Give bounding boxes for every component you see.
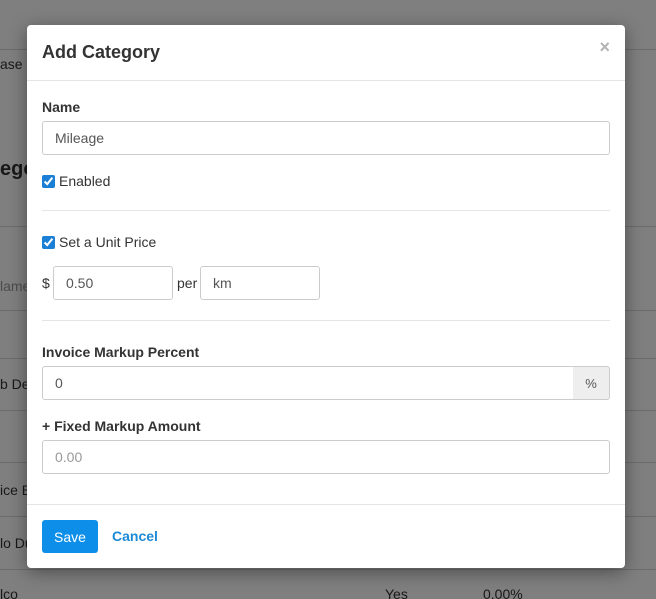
per-text: per (177, 275, 198, 291)
currency-symbol: $ (42, 275, 50, 291)
unit-price-label[interactable]: Set a Unit Price (59, 234, 156, 250)
cancel-button[interactable]: Cancel (112, 528, 158, 544)
modal-footer: Save Cancel (27, 504, 625, 569)
modal-header: Add Category × (27, 25, 625, 81)
unit-price-checkbox[interactable] (42, 235, 55, 249)
save-button[interactable]: Save (42, 520, 98, 553)
fixed-markup-label: + Fixed Markup Amount (42, 418, 201, 434)
unit-input[interactable] (200, 266, 320, 300)
unit-price-checkbox-row[interactable]: Set a Unit Price (42, 233, 156, 251)
name-label: Name (42, 99, 81, 115)
enabled-label[interactable]: Enabled (59, 173, 110, 189)
section-divider (42, 320, 610, 321)
section-divider (42, 210, 610, 211)
fixed-markup-input[interactable] (42, 440, 610, 474)
markup-percent-input[interactable] (42, 366, 574, 400)
enabled-checkbox[interactable] (42, 174, 55, 188)
markup-percent-label: Invoice Markup Percent (42, 344, 200, 360)
enabled-checkbox-row[interactable]: Enabled (42, 172, 110, 190)
unit-price-input[interactable] (53, 266, 173, 300)
percent-addon: % (573, 366, 610, 400)
close-icon[interactable]: × (599, 37, 610, 57)
name-input[interactable] (42, 121, 610, 155)
add-category-modal: Add Category × Name Enabled Set a Unit P… (27, 25, 625, 568)
modal-title: Add Category (42, 42, 161, 62)
